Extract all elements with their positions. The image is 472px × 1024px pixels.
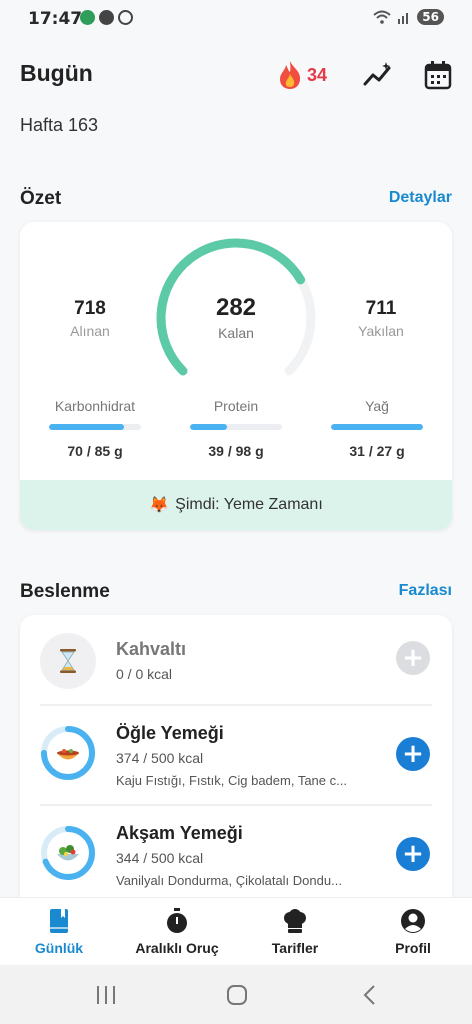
calendar-icon[interactable] (424, 60, 452, 90)
hourglass-icon (40, 633, 96, 689)
nutrition-title: Beslenme (20, 581, 110, 602)
week-label: Hafta 163 (20, 115, 99, 135)
page-title: Bugün (20, 60, 93, 86)
nav-item-recipes[interactable]: Tarifler (236, 898, 354, 966)
fat-label: Yağ (365, 398, 389, 414)
fat-bar (331, 424, 423, 430)
recent-apps-icon[interactable] (95, 985, 117, 1005)
whatsapp-notification-icon (118, 10, 133, 25)
remaining-value: 282 (215, 294, 257, 321)
streak-count: 34 (307, 64, 328, 85)
add-dinner-button[interactable]: + (396, 837, 430, 871)
apple-notification-icon (99, 10, 114, 25)
meal-row-dinner[interactable]: Akşam Yemeği 344 / 500 kcal Vanilyalı Do… (20, 807, 452, 907)
remaining-label: Kalan (218, 325, 254, 341)
stopwatch-icon (167, 908, 187, 933)
nav-item-profile[interactable]: Profil (354, 898, 472, 966)
divider (40, 804, 432, 806)
meals-card: Kahvaltı 0 / 0 kcal + Öğle Yemeği 374 / … (20, 615, 452, 915)
add-breakfast-button[interactable]: + (396, 641, 430, 675)
battery-indicator: 56 (417, 9, 444, 25)
fox-emoji-icon: 🦊 (149, 497, 170, 514)
carbs-value: 70 / 85 g (67, 443, 123, 459)
app-notification-icon (80, 10, 95, 25)
summary-title: Özet (20, 188, 62, 209)
details-link[interactable]: Detaylar (389, 189, 452, 207)
nav-item-diary[interactable]: Günlük (0, 898, 118, 966)
status-right: 56 (373, 9, 444, 25)
meal-items: Kaju Fıstığı, Fıstık, Cig badem, Tane c.… (116, 773, 347, 788)
divider (40, 704, 432, 706)
fat-bar-fill (331, 424, 423, 430)
eaten-label: Alınan (70, 323, 110, 339)
back-icon[interactable] (362, 984, 378, 1006)
burned-label: Yakılan (358, 323, 404, 339)
burned-value: 711 (365, 298, 397, 319)
carbs-bar-fill (49, 424, 125, 430)
meal-kcal: 0 / 0 kcal (116, 666, 173, 682)
nav-label: Profil (395, 940, 431, 956)
more-link[interactable]: Fazlası (399, 582, 452, 600)
eating-time-banner[interactable]: 🦊 Şimdi: Yeme Zamanı (20, 480, 452, 530)
chef-hat-icon (284, 909, 306, 933)
nav-label: Aralıklı Oruç (135, 940, 219, 956)
fat-value: 31 / 27 g (349, 443, 405, 459)
home-icon[interactable] (226, 984, 248, 1006)
add-lunch-button[interactable]: + (396, 737, 430, 771)
summary-card[interactable]: 718 Alınan 282 Kalan 711 Yakılan Karbonh… (20, 222, 452, 530)
notification-icons (80, 10, 133, 25)
trend-chart-icon[interactable] (362, 60, 394, 90)
meal-name: Akşam Yemeği (116, 823, 243, 843)
carbs-bar (49, 424, 141, 430)
carbs-label: Karbonhidrat (54, 398, 136, 414)
status-time: 17:47 (28, 9, 83, 29)
meal-row-lunch[interactable]: Öğle Yemeği 374 / 500 kcal Kaju Fıstığı,… (20, 707, 452, 807)
eaten-value: 718 (74, 298, 106, 319)
system-navigation-bar (0, 965, 472, 1024)
wifi-icon (373, 10, 391, 24)
status-bar: 17:47 56 (0, 0, 472, 38)
signal-icon (398, 13, 409, 24)
bottom-nav: Günlük Aralıklı Oruç Tarifler Profil (0, 897, 472, 965)
eating-time-text: Şimdi: Yeme Zamanı (175, 496, 323, 513)
meal-items: Vanilyalı Dondurma, Çikolatalı Dondu... (116, 873, 342, 888)
nav-item-fasting[interactable]: Aralıklı Oruç (118, 898, 236, 966)
protein-bar (190, 424, 282, 430)
meal-row-breakfast[interactable]: Kahvaltı 0 / 0 kcal + (20, 615, 452, 715)
meal-name: Öğle Yemeği (116, 723, 224, 743)
meal-kcal: 344 / 500 kcal (116, 850, 204, 866)
nav-label: Günlük (34, 940, 84, 956)
profile-icon (401, 909, 425, 933)
meal-kcal: 374 / 500 kcal (116, 750, 204, 766)
salad-bowl-icon (41, 826, 95, 880)
meal-name: Kahvaltı (116, 639, 187, 659)
nav-label: Tarifler (271, 940, 319, 956)
protein-value: 39 / 98 g (208, 443, 264, 459)
protein-bar-fill (190, 424, 227, 430)
streak-counter[interactable]: 34 (277, 60, 327, 90)
protein-label: Protein (213, 398, 259, 414)
fire-icon (280, 61, 301, 89)
lunch-bowl-icon (41, 726, 95, 780)
diary-icon (50, 909, 68, 933)
